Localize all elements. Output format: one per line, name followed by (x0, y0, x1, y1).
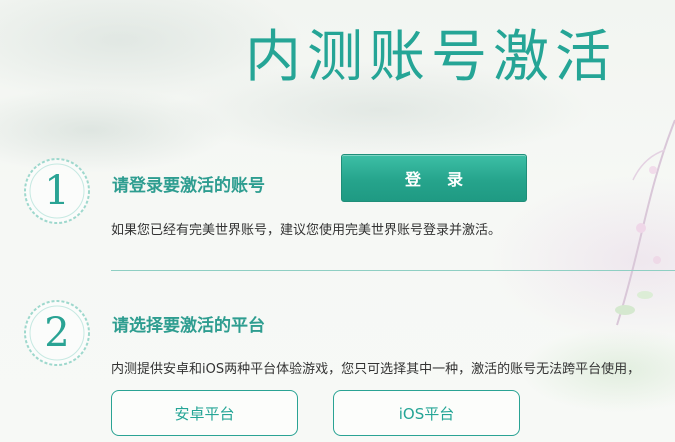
page-title: 内测账号激活 (245, 25, 617, 90)
ios-platform-button[interactable]: iOS平台 (333, 390, 520, 436)
step-2-description: 内测提供安卓和iOS两种平台体验游戏，您只可选择其中一种，激活的账号无法跨平台使… (111, 362, 641, 377)
blossom-branch-decoration (615, 119, 675, 326)
login-button[interactable]: 登录 (341, 154, 527, 202)
section-divider (111, 270, 675, 271)
step-2-heading: 请选择要激活的平台 (112, 316, 265, 336)
android-platform-button[interactable]: 安卓平台 (111, 390, 298, 436)
step-2-number: 2 (44, 310, 70, 356)
step-1-heading: 请登录要激活的账号 (112, 176, 265, 196)
step-1-badge: 1 (22, 156, 92, 226)
step-1-description: 如果您已经有完美世界账号，建议您使用完美世界账号登录并激活。 (111, 223, 502, 238)
step-1-number: 1 (44, 168, 70, 214)
step-2-badge: 2 (22, 298, 92, 368)
